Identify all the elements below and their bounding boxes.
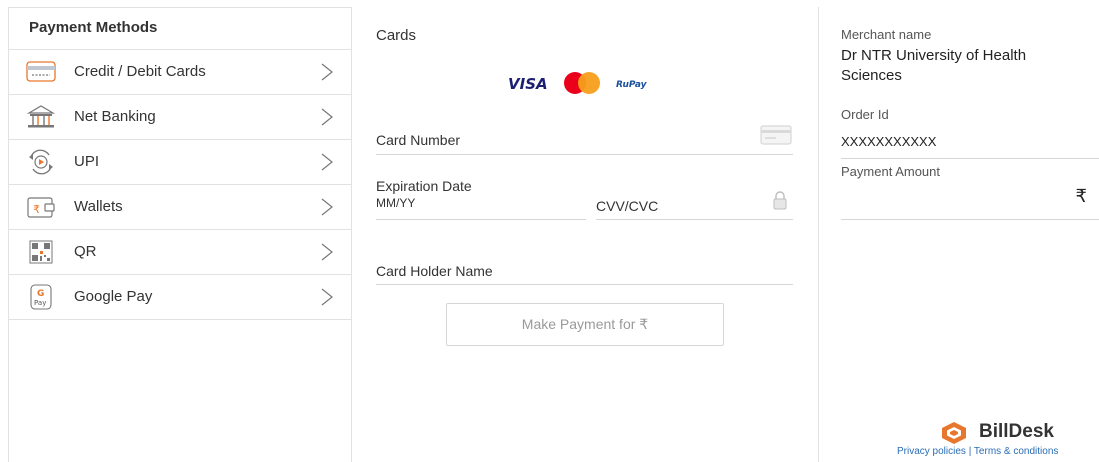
qr-code-icon: [29, 240, 53, 264]
expiration-date-input[interactable]: MM/YY: [376, 196, 415, 210]
billdesk-logo-icon: [942, 422, 966, 444]
method-credit-debit-cards[interactable]: Credit / Debit Cards: [9, 50, 351, 95]
method-upi[interactable]: UPI: [9, 140, 351, 185]
method-label: UPI: [74, 153, 100, 170]
make-payment-button[interactable]: Make Payment for ₹: [446, 303, 724, 346]
chevron-right-icon: [321, 198, 333, 216]
method-wallets[interactable]: ₹ Wallets: [9, 185, 351, 230]
card-number-input[interactable]: [376, 154, 793, 155]
google-pay-icon: G Pay: [30, 284, 52, 310]
wallet-icon: ₹: [27, 197, 55, 218]
method-qr[interactable]: QR: [9, 230, 351, 275]
bank-icon: [26, 105, 56, 128]
order-id-label: Order Id: [841, 107, 889, 122]
chevron-right-icon: [321, 63, 333, 81]
chevron-right-icon: [321, 108, 333, 126]
svg-text:₹: ₹: [33, 203, 40, 216]
order-summary-panel: Merchant name Dr NTR University of Healt…: [818, 7, 1099, 462]
payment-page: Payment Methods Credit / Debit Cards Net…: [0, 0, 1099, 462]
privacy-policies-link[interactable]: Privacy policies: [897, 446, 966, 457]
cvv-input[interactable]: CVV/CVC: [596, 198, 658, 214]
card-number-label: Card Number: [376, 132, 461, 148]
merchant-name-label: Merchant name: [841, 27, 932, 42]
order-id-value: XXXXXXXXXXX: [841, 134, 937, 149]
footer-links: Privacy policies | Terms & conditions: [897, 446, 1058, 457]
card-holder-name-input[interactable]: [376, 284, 793, 285]
expiration-date-label: Expiration Date: [376, 178, 472, 194]
cvv-underline: [596, 219, 793, 220]
lock-icon: [773, 191, 787, 210]
method-net-banking[interactable]: Net Banking: [9, 95, 351, 140]
svg-text:Pay: Pay: [34, 299, 46, 307]
method-label: Credit / Debit Cards: [74, 63, 206, 80]
rupay-logo: RuPay: [616, 80, 648, 90]
svg-text:G: G: [37, 289, 44, 299]
order-divider: [841, 158, 1099, 159]
payment-methods-title: Payment Methods: [9, 8, 351, 50]
payment-amount-value: ₹: [1075, 186, 1087, 207]
method-label: Wallets: [74, 198, 123, 215]
method-label: Net Banking: [74, 108, 156, 125]
cards-panel: Cards VISA RuPay Card Number Expiration …: [352, 7, 818, 462]
payment-amount-label: Payment Amount: [841, 164, 940, 179]
amount-divider: [841, 219, 1099, 220]
footer-separator: |: [968, 446, 972, 457]
cards-title: Cards: [376, 27, 417, 44]
card-network-logos: VISA RuPay: [508, 72, 648, 94]
payment-methods-panel: Payment Methods Credit / Debit Cards Net…: [8, 7, 352, 462]
terms-conditions-link[interactable]: Terms & conditions: [974, 446, 1058, 457]
upi-icon: [29, 149, 53, 175]
expiration-underline: [376, 219, 586, 220]
chevron-right-icon: [321, 288, 333, 306]
method-label: Google Pay: [74, 288, 153, 305]
billdesk-brand: BillDesk: [979, 421, 1054, 442]
card-holder-name-label: Card Holder Name: [376, 263, 493, 279]
credit-card-icon: [760, 125, 792, 145]
method-google-pay[interactable]: G Pay Google Pay: [9, 275, 351, 320]
visa-logo: VISA: [508, 75, 548, 93]
merchant-name-value-line2: Sciences: [841, 67, 902, 84]
method-label: QR: [74, 243, 97, 260]
chevron-right-icon: [321, 243, 333, 261]
credit-card-icon: [26, 61, 56, 82]
chevron-right-icon: [321, 153, 333, 171]
merchant-name-value-line1: Dr NTR University of Health: [841, 47, 1027, 64]
